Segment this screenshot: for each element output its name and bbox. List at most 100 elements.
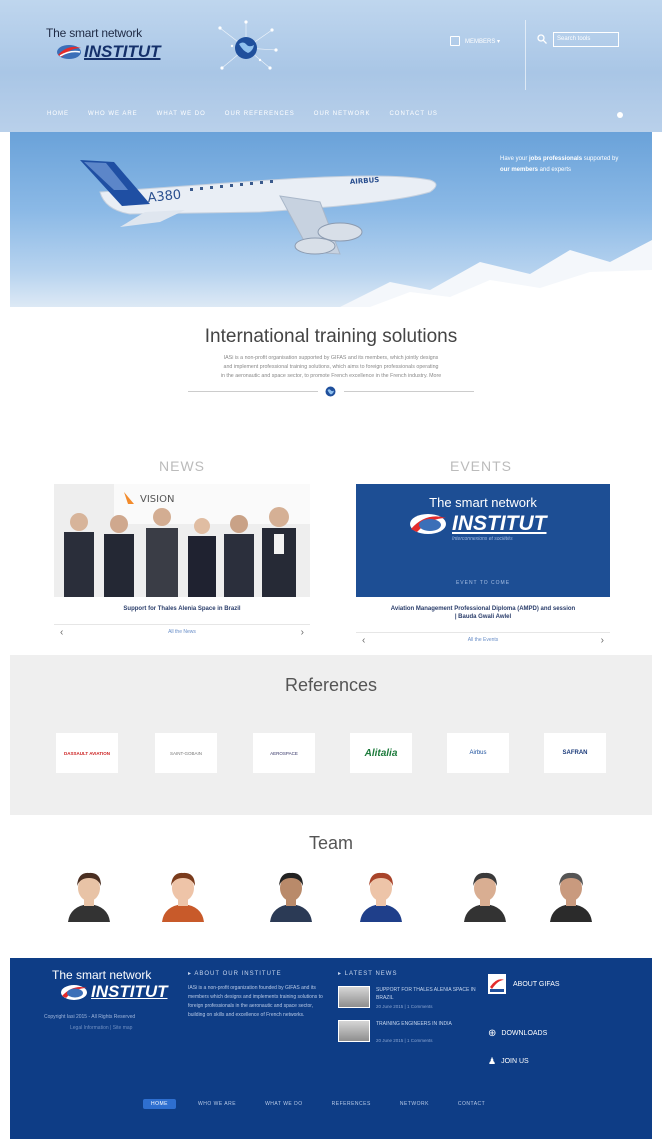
footer-logo-swoosh-icon — [61, 984, 87, 1000]
footer-link-label: DOWNLOADS — [501, 1030, 548, 1037]
references-section: References DASSAULT AVIATION SAINT-GOBAI… — [10, 655, 652, 815]
footer-link-join-us[interactable]: ♟ JOIN US — [488, 1056, 529, 1067]
reference-logo-alitalia[interactable]: Alitalia — [350, 733, 412, 773]
reference-logo-aerospace[interactable]: AEROSPACE — [253, 733, 315, 773]
footer-legal-links[interactable]: Legal Information | Site map — [70, 1025, 132, 1031]
members-icon — [450, 36, 460, 46]
nav-home[interactable]: HOME — [47, 111, 69, 117]
footer-nav-network[interactable]: NETWORK — [400, 1101, 429, 1107]
footer-nav-home[interactable]: HOME — [143, 1099, 176, 1109]
site-footer: The smart network INSTITUT Copyright Ias… — [10, 958, 652, 1139]
nav-who-we-are[interactable]: WHO WE ARE — [88, 111, 138, 117]
footer-news-title: ▸ LATEST NEWS — [338, 971, 398, 977]
logo-institut: INSTITUT — [84, 42, 161, 61]
events-more-link[interactable]: All the Events — [356, 637, 610, 643]
footer-link-downloads[interactable]: ⊕ DOWNLOADS — [488, 1028, 547, 1039]
footer-copyright: Copyright Iasi 2015 - All Rights Reserve… — [44, 1014, 136, 1020]
reference-logo-safran[interactable]: SAFRAN — [544, 733, 606, 773]
team-member-photo[interactable] — [460, 868, 510, 922]
svg-text:VISION: VISION — [140, 494, 174, 505]
intro-line-3: in the aeronautic and space sector, to p… — [220, 373, 442, 379]
nav-extra-icon[interactable] — [617, 112, 623, 118]
footer-nav-who-we-are[interactable]: WHO WE ARE — [198, 1101, 236, 1107]
hero-tag-bold2: our members — [500, 167, 539, 173]
footer-news-thumbnail — [338, 986, 370, 1008]
team-member-avatar — [464, 872, 506, 922]
team-member-avatar — [270, 872, 312, 922]
footer-nav: HOME WHO WE ARE WHAT WE DO REFERENCES NE… — [143, 1099, 514, 1109]
news-image[interactable]: VISION — [54, 484, 310, 597]
intro-text: IASi is a non-profit organisation suppor… — [140, 354, 522, 381]
reference-label: Airbus — [469, 750, 487, 756]
members-button[interactable]: MEMBERS ▾ — [450, 32, 522, 50]
footer-link-about-gifas[interactable]: ABOUT GIFAS — [488, 974, 560, 994]
gifas-logo-icon — [488, 974, 506, 994]
events-caption[interactable]: Aviation Management Professional Diploma… — [356, 605, 610, 621]
reference-logo-airbus[interactable]: Airbus — [447, 733, 509, 773]
events-heading: EVENTS — [450, 458, 513, 474]
events-logo-tagline: The smart network — [429, 495, 537, 510]
reference-label: SAINT-GOBAIN — [169, 750, 202, 756]
search-icon[interactable] — [537, 34, 547, 44]
hero-tagline: Have your jobs professionals supported b… — [500, 154, 620, 176]
search-input[interactable]: Search tools — [553, 32, 619, 47]
events-logo-swoosh-icon — [410, 514, 446, 534]
separator-left — [188, 391, 318, 392]
team-member-photo[interactable] — [546, 868, 596, 922]
footer-about-text: IASi is a non-profit organization founde… — [188, 985, 323, 1018]
team-title: Team — [308, 833, 353, 853]
logo-tagline: The smart network — [46, 26, 142, 40]
join-users-icon: ♟ — [488, 1056, 497, 1066]
footer-nav-contact[interactable]: CONTACT — [458, 1101, 485, 1107]
footer-link-label: ABOUT GIFAS — [513, 980, 560, 988]
team-member-photo[interactable] — [356, 868, 406, 922]
news-more-link[interactable]: All the News — [54, 629, 310, 635]
events-next-arrow-icon[interactable]: › — [601, 635, 604, 646]
reference-logo-saint-gobain[interactable]: SAINT-GOBAIN — [155, 733, 217, 773]
footer-about-title: ▸ ABOUT OUR INSTITUTE — [188, 971, 282, 977]
events-tag: EVENT TO COME — [455, 580, 511, 586]
team-member-avatar — [162, 872, 204, 922]
news-photo: VISION — [54, 484, 310, 597]
footer-news-item-title: Support for Thales Alenia Space in Brazi… — [376, 987, 476, 1001]
reference-label: Alitalia — [364, 747, 398, 759]
footer-news-thumbnail — [338, 1020, 370, 1042]
footer-news-item[interactable]: Support for Thales Alenia Space in Brazi… — [338, 986, 488, 1016]
team-member-avatar — [550, 872, 592, 922]
footer-nav-references[interactable]: REFERENCES — [332, 1101, 371, 1107]
header-divider — [525, 20, 526, 90]
footer-logo-institut: INSTITUT — [91, 982, 168, 1001]
nav-what-we-do[interactable]: WHAT WE DO — [157, 111, 206, 117]
hero-tag-bold1: jobs professionals — [529, 156, 583, 162]
footer-logo[interactable]: INSTITUT — [60, 982, 168, 1002]
nav-our-references[interactable]: OUR REFERENCES — [225, 111, 295, 117]
hero-tag-end: and experts — [538, 167, 572, 173]
events-image[interactable]: The smart network INSTITUT Interconnexio… — [356, 484, 610, 597]
footer-news-item-date: 20 June 2015 | 1 Comments — [376, 1038, 433, 1043]
footer-logo-tagline: The smart network — [52, 968, 152, 982]
members-label: MEMBERS ▾ — [465, 38, 501, 45]
news-next-arrow-icon[interactable]: › — [301, 627, 304, 638]
nav-our-network[interactable]: OUR NETWORK — [314, 111, 371, 117]
nav-contact-us[interactable]: CONTACT US — [389, 111, 437, 117]
team-member-photo[interactable] — [64, 868, 114, 922]
hero-tag-mid: supported by — [582, 156, 619, 162]
site-logo[interactable]: The smart network INSTITUT — [46, 26, 176, 62]
reference-logo-dassault[interactable]: DASSAULT AVIATION — [56, 733, 118, 773]
footer-link-label: JOIN US — [501, 1058, 529, 1065]
news-pager: ‹ All the News › — [54, 624, 310, 638]
team-member-photo[interactable] — [158, 868, 208, 922]
footer-news-item-date: 20 June 2015 | 1 Comments — [376, 1004, 433, 1009]
separator-globe-icon — [325, 386, 336, 397]
hero-banner: A380 AIRBUS Have your jobs professionals… — [10, 132, 652, 307]
team-member-photo[interactable] — [266, 868, 316, 922]
footer-news-item[interactable]: Training engineers in India 20 June 2015… — [338, 1020, 488, 1050]
references-title: References — [284, 675, 378, 695]
footer-nav-what-we-do[interactable]: WHAT WE DO — [265, 1101, 303, 1107]
news-caption[interactable]: Support for Thales Alenia Space in Brazi… — [54, 605, 310, 613]
team-member-avatar — [68, 872, 110, 922]
separator-right — [344, 391, 474, 392]
network-globe-icon — [218, 20, 278, 70]
events-caption-line-2: | Bauda Gwali Awlel — [454, 614, 512, 620]
hero-tag-prefix: Have your — [500, 156, 530, 162]
